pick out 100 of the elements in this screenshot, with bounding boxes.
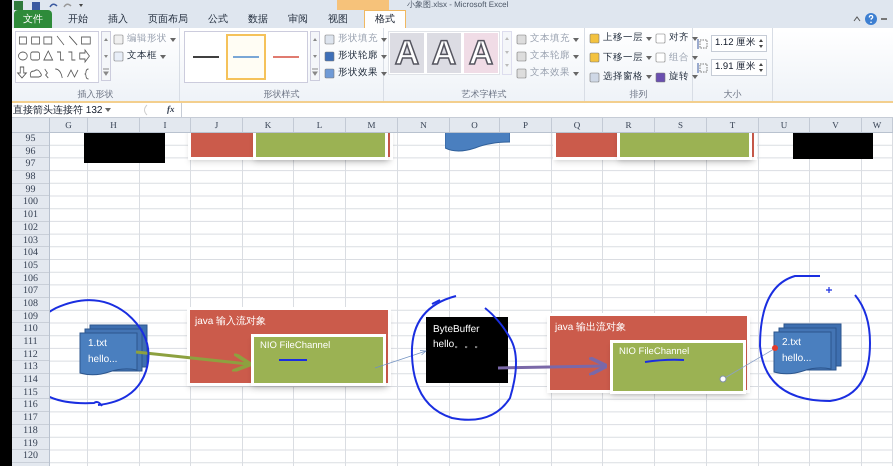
insert-function-button[interactable]: fx	[167, 103, 174, 117]
name-box[interactable]: 直接箭头连接符 132	[12, 103, 127, 117]
row-header[interactable]: 119	[12, 438, 49, 450]
ribbon-tab[interactable]: 数据	[238, 10, 278, 28]
row-header[interactable]: 109	[12, 310, 49, 324]
ribbon-button[interactable]: 上移一层	[589, 31, 652, 46]
bring-forward-icon	[589, 33, 600, 44]
row-header[interactable]: 115	[12, 386, 49, 400]
group-label: 插入形状	[76, 88, 114, 101]
row-header[interactable]: 120	[12, 450, 49, 463]
column-header[interactable]: W	[862, 118, 893, 132]
channel-box: NIO FileChannel	[610, 340, 746, 394]
column-header[interactable]: V	[810, 118, 862, 132]
size-spin-field[interactable]: 1.12 厘米	[711, 35, 767, 52]
ribbon-tab[interactable]: 格式	[364, 10, 406, 28]
row-header[interactable]: 116	[12, 399, 49, 412]
ribbon-button[interactable]: 形状效果	[324, 66, 387, 81]
ribbon-tab[interactable]: 文件	[14, 10, 52, 28]
shape-height-icon	[697, 38, 708, 50]
ribbon-button[interactable]: 形状轮廓	[324, 49, 387, 64]
ribbon-tab[interactable]: 公式	[198, 10, 238, 28]
gallery-scroll-icon[interactable]	[310, 31, 320, 81]
row-header[interactable]: 113	[12, 361, 49, 374]
ribbon-button[interactable]: 对齐	[655, 31, 698, 46]
caret-icon	[381, 38, 387, 42]
column-header[interactable]: U	[759, 118, 810, 132]
ribbon-tab[interactable]: 审阅	[278, 10, 318, 28]
shape-gallery-drawing[interactable]	[15, 31, 99, 83]
size-spin-field[interactable]: 1.91 厘米	[711, 59, 767, 76]
ribbon-tab[interactable]: 插入	[98, 10, 138, 28]
column-header[interactable]: N	[398, 118, 450, 132]
column-header[interactable]: P	[500, 118, 552, 132]
caret-icon	[381, 54, 387, 58]
row-header[interactable]: 102	[12, 222, 49, 234]
channel-box: NIO FileChannel	[251, 334, 386, 386]
caret-icon	[573, 72, 579, 76]
column-header[interactable]: G	[50, 118, 88, 132]
edit-shape-icon	[113, 34, 124, 45]
row-header[interactable]: 104	[12, 247, 49, 260]
row-header[interactable]: 111	[12, 336, 49, 349]
column-header[interactable]: M	[346, 118, 398, 132]
column-header[interactable]: R	[603, 118, 655, 132]
document-stack: 1.txt hello...	[79, 324, 149, 377]
spinner-icon[interactable]	[758, 38, 764, 49]
ribbon-button[interactable]: 文本框	[113, 49, 176, 64]
caret-icon	[646, 36, 652, 40]
row-header[interactable]: 98	[12, 171, 49, 184]
column-header[interactable]: K	[243, 118, 294, 132]
column-header[interactable]: T	[707, 118, 759, 132]
selection-pane-icon	[589, 72, 600, 83]
ribbon-tab[interactable]: 开始	[58, 10, 98, 28]
window-minimize-icon[interactable]	[881, 17, 887, 21]
row-header[interactable]: 100	[12, 196, 49, 210]
caret-icon	[381, 72, 387, 76]
row-header[interactable]: 96	[12, 146, 49, 158]
ribbon-tab[interactable]: 页面布局	[138, 10, 198, 28]
text-effects-icon	[516, 68, 527, 79]
row-header[interactable]: 97	[12, 158, 49, 172]
column-header[interactable]: H	[88, 118, 140, 132]
shape-fill-icon	[324, 34, 335, 45]
column-header[interactable]: S	[655, 118, 707, 132]
row-header[interactable]: 101	[12, 209, 49, 222]
row-header[interactable]: 118	[12, 424, 49, 438]
row-header[interactable]: 108	[12, 298, 49, 311]
row-header[interactable]: 103	[12, 234, 49, 248]
column-header[interactable]: O	[450, 118, 500, 132]
column-header[interactable]: L	[294, 118, 346, 132]
ribbon-button[interactable]: 下移一层	[589, 50, 652, 66]
caret-icon	[170, 38, 176, 42]
minimize-ribbon-icon[interactable]	[853, 16, 861, 22]
column-header[interactable]: J	[191, 118, 243, 132]
ribbon-button[interactable]: 选择窗格	[589, 70, 652, 85]
align-icon	[655, 33, 666, 44]
row-header[interactable]: 117	[12, 412, 49, 425]
row-header[interactable]: 106	[12, 272, 49, 286]
gallery-scroll-icon[interactable]	[101, 31, 111, 81]
help-icon[interactable]	[865, 13, 877, 25]
spinner-icon[interactable]	[758, 62, 764, 73]
column-header[interactable]: Q	[552, 118, 603, 132]
column-header[interactable]: I	[140, 118, 191, 132]
caret-icon	[692, 36, 698, 40]
caret-icon	[692, 56, 698, 60]
shape-width-icon	[697, 62, 708, 74]
ink-underline	[644, 358, 684, 363]
ribbon-button[interactable]: 旋转	[655, 70, 698, 85]
row-header[interactable]: 112	[12, 348, 49, 362]
row-header[interactable]: 105	[12, 260, 49, 273]
text-fill-icon	[516, 34, 527, 45]
ribbon-tab[interactable]: 视图	[318, 10, 358, 28]
group-label: 大小	[722, 88, 742, 101]
row-header[interactable]: 110	[12, 323, 49, 336]
row-header[interactable]: 99	[12, 184, 49, 196]
row-header[interactable]: 107	[12, 285, 49, 298]
quick-access-toolbar-icon[interactable]	[14, 0, 84, 10]
row-header[interactable]: 114	[12, 374, 49, 387]
group-label: 形状样式	[262, 88, 300, 101]
ink-underline	[279, 359, 307, 361]
arrow	[374, 350, 426, 368]
row-header[interactable]: 95	[12, 133, 49, 146]
window-title: 小象图.xlsx - Microsoft Excel	[407, 0, 508, 10]
